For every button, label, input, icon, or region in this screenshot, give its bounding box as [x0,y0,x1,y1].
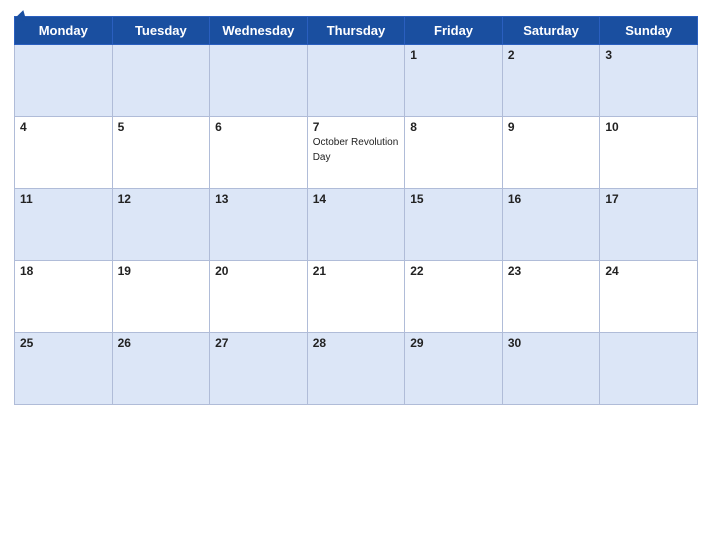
day-number: 11 [20,192,107,206]
weekday-header-friday: Friday [405,17,503,45]
day-number: 28 [313,336,400,350]
calendar-day-cell: 23 [502,261,600,333]
day-number: 7 [313,120,400,134]
day-number: 24 [605,264,692,278]
calendar-day-cell: 28 [307,333,405,405]
calendar-day-cell: 6 [210,117,308,189]
calendar-day-cell: 4 [15,117,113,189]
day-number: 23 [508,264,595,278]
weekday-header-monday: Monday [15,17,113,45]
calendar-day-cell [307,45,405,117]
calendar-day-cell: 9 [502,117,600,189]
calendar-day-cell: 25 [15,333,113,405]
calendar-day-cell: 16 [502,189,600,261]
day-number: 22 [410,264,497,278]
calendar-week-row: 4567 October Revolution Day 89 10 [15,117,698,189]
calendar-day-cell: 29 [405,333,503,405]
calendar-container: MondayTuesdayWednesdayThursdayFridaySatu… [0,0,712,550]
day-number: 1 [410,48,497,62]
calendar-day-cell: 1 [405,45,503,117]
day-number: 19 [118,264,205,278]
day-number: 29 [410,336,497,350]
calendar-day-cell: 2 [502,45,600,117]
calendar-day-cell: 13 [210,189,308,261]
calendar-day-cell [210,45,308,117]
calendar-day-cell: 27 [210,333,308,405]
day-number: 4 [20,120,107,134]
calendar-week-row: 123 [15,45,698,117]
calendar-day-cell: 19 [112,261,210,333]
calendar-day-cell: 3 [600,45,698,117]
weekday-header-row: MondayTuesdayWednesdayThursdayFridaySatu… [15,17,698,45]
calendar-day-cell: 14 [307,189,405,261]
day-number: 27 [215,336,302,350]
calendar-day-cell: 12 [112,189,210,261]
calendar-table: MondayTuesdayWednesdayThursdayFridaySatu… [14,16,698,405]
day-number: 5 [118,120,205,134]
calendar-day-cell: 5 [112,117,210,189]
logo-area [14,10,28,21]
calendar-day-cell [112,45,210,117]
calendar-day-cell: 20 [210,261,308,333]
calendar-day-cell: 24 [600,261,698,333]
calendar-day-cell [600,333,698,405]
calendar-day-cell: 15 [405,189,503,261]
weekday-header-thursday: Thursday [307,17,405,45]
day-number: 16 [508,192,595,206]
calendar-day-cell: 21 [307,261,405,333]
day-number: 15 [410,192,497,206]
calendar-day-cell: 30 [502,333,600,405]
calendar-day-cell: 17 [600,189,698,261]
calendar-day-cell: 26 [112,333,210,405]
calendar-week-row: 11 12 13 14 15 16 17 [15,189,698,261]
weekday-header-saturday: Saturday [502,17,600,45]
day-number: 10 [605,120,692,134]
calendar-day-cell: 18 [15,261,113,333]
day-number: 30 [508,336,595,350]
day-number: 12 [118,192,205,206]
calendar-week-row: 25 26 27 28 29 30 [15,333,698,405]
calendar-day-cell: 8 [405,117,503,189]
day-number: 26 [118,336,205,350]
day-number: 18 [20,264,107,278]
day-number: 2 [508,48,595,62]
day-number: 8 [410,120,497,134]
day-number: 13 [215,192,302,206]
day-number: 14 [313,192,400,206]
logo-blue-text [14,10,28,21]
weekday-header-sunday: Sunday [600,17,698,45]
calendar-day-cell [15,45,113,117]
holiday-label: October Revolution Day [313,137,399,163]
calendar-week-row: 18 19 20 21 22 23 24 [15,261,698,333]
calendar-day-cell: 7 October Revolution Day [307,117,405,189]
logo-triangle-icon [15,9,29,22]
day-number: 21 [313,264,400,278]
weekday-header-tuesday: Tuesday [112,17,210,45]
calendar-day-cell: 11 [15,189,113,261]
weekday-header-wednesday: Wednesday [210,17,308,45]
calendar-day-cell: 22 [405,261,503,333]
day-number: 6 [215,120,302,134]
day-number: 9 [508,120,595,134]
calendar-day-cell: 10 [600,117,698,189]
day-number: 17 [605,192,692,206]
day-number: 20 [215,264,302,278]
day-number: 3 [605,48,692,62]
day-number: 25 [20,336,107,350]
